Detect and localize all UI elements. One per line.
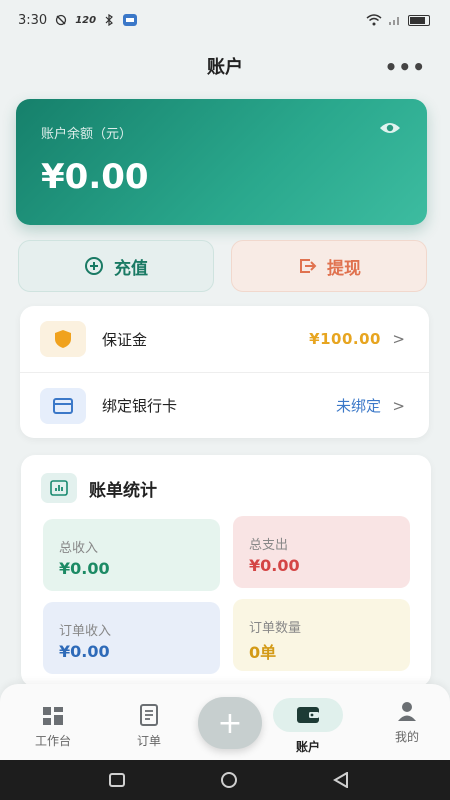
order-count-tile: 订单数量 0单 <box>233 599 410 671</box>
total-expense-label: 总支出 <box>249 538 289 553</box>
total-income-tile: 总收入 ¥0.00 <box>43 519 220 591</box>
do-not-disturb-icon <box>56 14 67 26</box>
dashboard-icon <box>43 707 63 725</box>
nav-orders-label: 订单 <box>136 734 161 748</box>
deposit-row[interactable]: 保证金 ¥100.00 > <box>20 306 429 372</box>
deposit-icon-box <box>40 321 86 357</box>
chevron-right-icon: > <box>392 330 405 348</box>
page-title: 账户 <box>207 57 243 78</box>
back-icon[interactable] <box>332 772 350 788</box>
bank-card-row[interactable]: 绑定银行卡 未绑定 > <box>20 372 429 438</box>
status-time: 3:30 <box>18 12 48 28</box>
shield-icon <box>55 330 71 348</box>
nav-mine-label: 我的 <box>394 730 419 744</box>
order-income-value: ¥0.00 <box>59 642 110 661</box>
order-count-value: 0单 <box>249 643 277 662</box>
status-bar: 3:30 120 <box>0 0 450 40</box>
bank-card-icon <box>53 397 73 414</box>
plus-circle-icon <box>85 257 103 275</box>
stats-header: 账单统计 <box>41 473 157 503</box>
charge-label: 充值 <box>114 258 148 279</box>
deposit-value: ¥100.00 <box>309 330 381 348</box>
nav-orders[interactable]: 订单 <box>114 704 184 749</box>
header: 账户 ••• <box>0 45 450 87</box>
system-nav-bar <box>0 760 450 800</box>
stats-title: 账单统计 <box>89 480 157 501</box>
nav-mine[interactable]: 我的 <box>372 700 442 745</box>
withdraw-label: 提现 <box>327 258 361 279</box>
wallet-icon <box>297 707 319 723</box>
withdraw-button[interactable]: 提现 <box>231 240 427 292</box>
balance-card: 账户余额（元） ¥0.00 <box>16 99 427 225</box>
add-button[interactable]: + <box>198 697 262 749</box>
deposit-label: 保证金 <box>102 330 148 349</box>
balance-amount: ¥0.00 <box>41 157 149 197</box>
network-speed: 120 <box>75 14 97 26</box>
wifi-icon <box>366 14 382 26</box>
bank-card-label: 绑定银行卡 <box>102 397 178 415</box>
bar-chart-icon <box>41 473 77 503</box>
bill-stats-card: 账单统计 总收入 ¥0.00 总支出 ¥0.00 订单收入 ¥0.00 订单数量… <box>21 455 431 687</box>
battery-icon <box>408 14 430 26</box>
bank-card-icon-box <box>40 387 86 424</box>
nav-workbench-label: 工作台 <box>34 734 71 748</box>
charge-button[interactable]: 充值 <box>18 240 214 292</box>
order-income-label: 订单收入 <box>59 624 112 639</box>
nav-account[interactable]: 账户 <box>273 698 343 755</box>
order-income-tile: 订单收入 ¥0.00 <box>43 602 220 674</box>
nav-account-label: 账户 <box>295 740 320 754</box>
balance-label: 账户余额（元） <box>41 127 133 142</box>
account-list: 保证金 ¥100.00 > 绑定银行卡 未绑定 > <box>20 306 429 438</box>
plus-icon: + <box>217 705 243 741</box>
order-list-icon <box>140 704 158 726</box>
signal-icon <box>389 17 399 25</box>
order-count-label: 订单数量 <box>249 621 302 636</box>
total-expense-value: ¥0.00 <box>249 556 300 575</box>
bank-card-value: 未绑定 <box>335 397 381 415</box>
total-expense-tile: 总支出 ¥0.00 <box>233 516 410 588</box>
nav-account-pill <box>273 698 343 732</box>
app-badge-icon <box>123 14 138 26</box>
more-icon[interactable]: ••• <box>385 55 426 79</box>
bluetooth-icon <box>105 14 114 26</box>
chevron-right-icon: > <box>392 396 405 415</box>
home-icon[interactable] <box>219 772 239 788</box>
total-income-value: ¥0.00 <box>59 559 110 578</box>
user-icon <box>398 702 416 721</box>
eye-icon[interactable] <box>379 121 401 135</box>
withdraw-icon <box>300 259 317 273</box>
recent-apps-icon[interactable] <box>108 772 126 788</box>
nav-workbench[interactable]: 工作台 <box>18 706 88 749</box>
total-income-label: 总收入 <box>59 541 99 556</box>
